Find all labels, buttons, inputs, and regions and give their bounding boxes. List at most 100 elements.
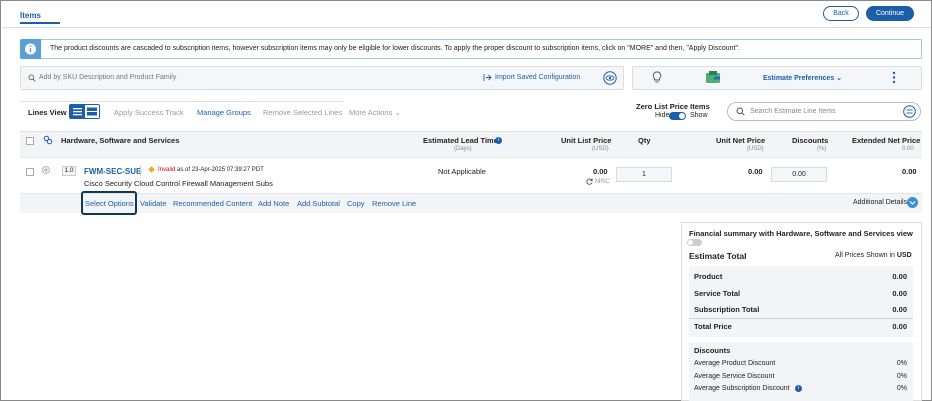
invalid-label: Invalid — [158, 167, 176, 173]
copy-link[interactable]: Copy — [347, 199, 365, 208]
toggle-knob — [688, 240, 693, 245]
apply-success-track-button[interactable]: Apply Success Track — [114, 108, 184, 117]
toggle-knob — [679, 113, 685, 119]
add-note-link[interactable]: Add Note — [258, 199, 289, 208]
chevron-down-icon: ⌄ — [836, 75, 843, 82]
estimate-preferences-label: Estimate Preferences — [763, 75, 835, 82]
additional-details-label[interactable]: Additional Details — [853, 199, 907, 206]
totals-divider — [689, 318, 913, 319]
avg-service-discount-label: Average Service Discount — [694, 373, 775, 380]
product-total-value: 0.00 — [892, 272, 907, 281]
estimate-preferences-dropdown[interactable]: Estimate Preferences ⌄ — [763, 74, 842, 82]
total-price-value: 0.00 — [892, 322, 907, 331]
mrc-label: MRC — [595, 178, 610, 185]
more-actions-dropdown[interactable]: More Actions ⌄ — [349, 108, 401, 117]
lines-view-toggle[interactable] — [69, 104, 100, 119]
unit-net-price-value: 0.00 — [748, 167, 763, 176]
header-lead-time: Estimated Lead Time — [423, 136, 498, 145]
info-banner-text: The product discounts are cascaded to su… — [50, 45, 740, 52]
avg-product-discount-value: 0% — [896, 360, 907, 367]
remove-line-link[interactable]: Remove Line — [372, 199, 416, 208]
lightbulb-icon[interactable] — [652, 71, 662, 84]
zero-list-price-label: Zero List Price Items — [636, 102, 710, 111]
discount-input[interactable]: 0.00 — [771, 167, 827, 182]
avg-service-discount-value: 0% — [896, 373, 907, 380]
filter-icon[interactable] — [903, 105, 916, 118]
add-subtotal-link[interactable]: Add Subtotal — [297, 199, 340, 208]
refresh-icon — [586, 178, 593, 185]
back-button[interactable]: Back — [823, 6, 859, 21]
quantity-input[interactable]: 1 — [616, 167, 672, 182]
info-icon[interactable]: i — [795, 385, 802, 392]
add-sku-placeholder: Add by SKU Description and Product Famil… — [39, 74, 177, 81]
import-icon — [483, 74, 492, 81]
estimate-total-heading: Estimate Total — [689, 251, 747, 261]
avg-subscription-discount-value: 0% — [896, 385, 907, 392]
chevron-down-icon: ⌄ — [394, 108, 401, 117]
toolbar-divider — [20, 101, 344, 102]
hide-label: Hide — [655, 112, 670, 119]
warning-icon — [148, 166, 155, 173]
select-options-highlight — [81, 191, 137, 215]
header-discounts-unit: (%) — [817, 146, 827, 152]
row-checkbox[interactable] — [26, 168, 34, 176]
remove-selected-lines-button[interactable]: Remove Selected Lines — [263, 108, 342, 117]
more-actions-label: More Actions — [349, 108, 393, 117]
additional-details-toggle[interactable] — [907, 197, 918, 208]
info-icon[interactable]: i — [495, 137, 502, 144]
continue-button[interactable]: Continue — [866, 6, 914, 21]
invalid-date: as of 23-Apr-2025 07:39:27 PDT — [177, 167, 264, 173]
currency-label: USD — [896, 252, 912, 259]
sku-link[interactable]: FWM-SEC-SUB — [84, 167, 142, 176]
header-product: Hardware, Software and Services — [61, 136, 180, 145]
discounts-heading: Discounts — [694, 346, 731, 355]
select-all-checkbox[interactable] — [26, 137, 34, 145]
search-estimate-placeholder: Search Estimate Line Items — [750, 108, 836, 115]
show-label: Show — [690, 112, 708, 119]
header-unit-list-price-unit: (USD) — [592, 146, 609, 152]
financial-summary-title: Financial summary with Hardware, Softwar… — [689, 229, 913, 238]
info-banner-iconbox — [20, 39, 41, 59]
more-vertical-icon[interactable] — [892, 71, 896, 84]
unit-list-price-value: 0.00 — [593, 167, 608, 176]
avg-subscription-discount-label: Average Subscription Discount — [694, 385, 790, 392]
subscription-total-label: Subscription Total — [694, 305, 760, 314]
line-number-badge: 1.0 — [62, 166, 76, 176]
lead-time-value: Not Applicable — [438, 167, 486, 176]
header-qty: Qty — [638, 136, 651, 145]
search-icon — [736, 107, 745, 116]
service-total-value: 0.00 — [892, 289, 907, 298]
service-total-label: Service Total — [694, 289, 741, 298]
tab-items[interactable]: Items — [20, 11, 41, 20]
sku-description: Cisco Security Cloud Control Firewall Ma… — [84, 179, 273, 188]
prices-shown-note: All Prices Shown in USD — [835, 252, 912, 259]
header-divider — [20, 157, 922, 158]
extended-net-price-value: 0.00 — [902, 167, 917, 176]
header-extended-net-price-total: 0.00 — [902, 146, 914, 152]
manage-groups-button[interactable]: Manage Groups — [197, 108, 251, 117]
avg-product-discount-label: Average Product Discount — [694, 360, 776, 367]
link-icon[interactable] — [43, 135, 53, 145]
info-icon — [25, 43, 36, 55]
wallet-icon[interactable] — [705, 70, 721, 84]
expand-row-icon[interactable] — [42, 166, 50, 174]
header-extended-net-price: Extended Net Price — [852, 136, 921, 145]
header-unit-list-price: Unit List Price — [561, 136, 612, 145]
import-saved-configuration-link[interactable]: Import Saved Configuration — [495, 74, 580, 81]
tab-underline — [20, 22, 60, 24]
header-unit-net-price: Unit Net Price — [716, 136, 766, 145]
lines-view-label: Lines View — [28, 108, 67, 117]
subscription-total-value: 0.00 — [892, 305, 907, 314]
header-discounts: Discounts — [792, 136, 829, 145]
list-view-icon — [70, 105, 99, 118]
header-lead-time-unit: (Days) — [454, 146, 472, 152]
chevron-down-icon — [909, 201, 916, 205]
header-unit-net-price-unit: (USD) — [747, 146, 764, 152]
scan-eye-icon[interactable] — [603, 71, 617, 85]
search-icon — [28, 74, 36, 82]
sku-divider — [140, 166, 141, 176]
header-divider — [2, 27, 930, 28]
validate-link[interactable]: Validate — [140, 199, 167, 208]
total-price-label: Total Price — [694, 322, 732, 331]
recommended-content-link[interactable]: Recommended Content — [173, 199, 252, 208]
